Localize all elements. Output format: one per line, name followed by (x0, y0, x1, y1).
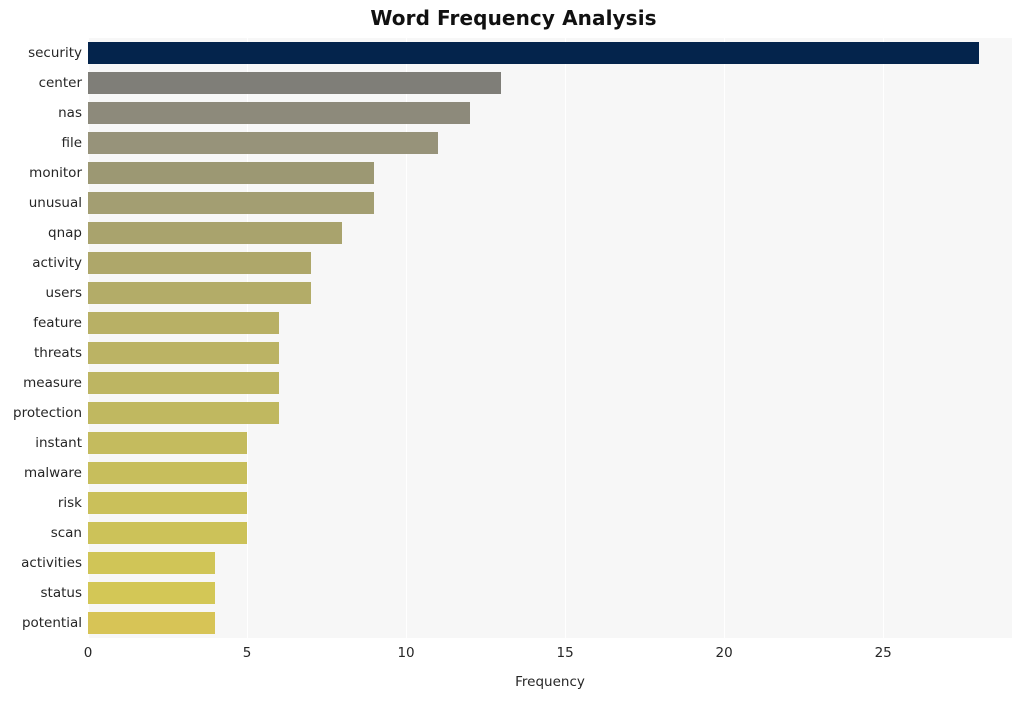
y-tick-nas: nas (58, 105, 82, 121)
chart-figure: Word Frequency Analysis security center na… (0, 0, 1027, 701)
y-tick-file: file (61, 135, 82, 151)
bar-nas (88, 102, 470, 124)
bar-activity (88, 252, 311, 274)
x-tick-20: 20 (715, 645, 733, 661)
bar-measure (88, 372, 279, 394)
y-tick-qnap: qnap (48, 225, 82, 241)
bar-risk (88, 492, 248, 514)
bar-row (88, 278, 1012, 308)
y-tick-protection: protection (13, 405, 82, 421)
bar-row (88, 338, 1012, 368)
y-tick-center: center (38, 75, 82, 91)
bar-row (88, 308, 1012, 338)
y-tick-status: status (40, 585, 82, 601)
bar-row (88, 518, 1012, 548)
y-tick-threats: threats (33, 345, 82, 361)
y-tick-risk: risk (57, 495, 82, 511)
plot-area (88, 38, 1012, 638)
x-tick-15: 15 (556, 645, 574, 661)
bar-monitor (88, 162, 375, 184)
y-tick-security: security (28, 45, 82, 61)
y-tick-malware: malware (23, 465, 82, 481)
bar-row (88, 38, 1012, 68)
bar-row (88, 458, 1012, 488)
bar-row (88, 68, 1012, 98)
bar-malware (88, 462, 248, 484)
y-tick-potential: potential (21, 615, 82, 631)
bar-row (88, 158, 1012, 188)
bar-row (88, 368, 1012, 398)
bar-file (88, 132, 438, 154)
bar-row (88, 218, 1012, 248)
y-tick-activities: activities (21, 555, 82, 571)
bar-row (88, 428, 1012, 458)
bars-layer (88, 38, 1012, 638)
bar-row (88, 248, 1012, 278)
bar-row (88, 548, 1012, 578)
bar-row (88, 128, 1012, 158)
bar-security (88, 42, 979, 64)
bar-qnap (88, 222, 343, 244)
bar-status (88, 582, 216, 604)
y-tick-monitor: monitor (29, 165, 82, 181)
bar-row (88, 398, 1012, 428)
bar-users (88, 282, 311, 304)
x-axis-tick-labels: 0 5 10 15 20 25 (0, 645, 1027, 667)
page-title: Word Frequency Analysis (370, 6, 657, 30)
y-tick-feature: feature (33, 315, 82, 331)
bar-row (88, 188, 1012, 218)
bar-row (88, 488, 1012, 518)
x-tick-0: 0 (83, 645, 93, 661)
bar-center (88, 72, 502, 94)
y-tick-unusual: unusual (28, 195, 82, 211)
bar-potential (88, 612, 216, 634)
bar-protection (88, 402, 279, 424)
x-tick-5: 5 (242, 645, 252, 661)
bar-scan (88, 522, 248, 544)
bar-row (88, 608, 1012, 638)
y-tick-instant: instant (35, 435, 82, 451)
y-tick-activity: activity (32, 255, 82, 271)
bar-activities (88, 552, 216, 574)
x-tick-10: 10 (397, 645, 415, 661)
x-axis-title: Frequency (515, 674, 585, 690)
bar-unusual (88, 192, 375, 214)
bar-row (88, 578, 1012, 608)
y-tick-users: users (45, 285, 82, 301)
y-axis-tick-labels: security center nas file monitor unusual qnap a… (0, 38, 82, 638)
y-tick-scan: scan (50, 525, 82, 541)
x-tick-25: 25 (874, 645, 892, 661)
bar-feature (88, 312, 279, 334)
bar-threats (88, 342, 279, 364)
bar-instant (88, 432, 248, 454)
y-tick-measure: measure (23, 375, 82, 391)
bar-row (88, 98, 1012, 128)
